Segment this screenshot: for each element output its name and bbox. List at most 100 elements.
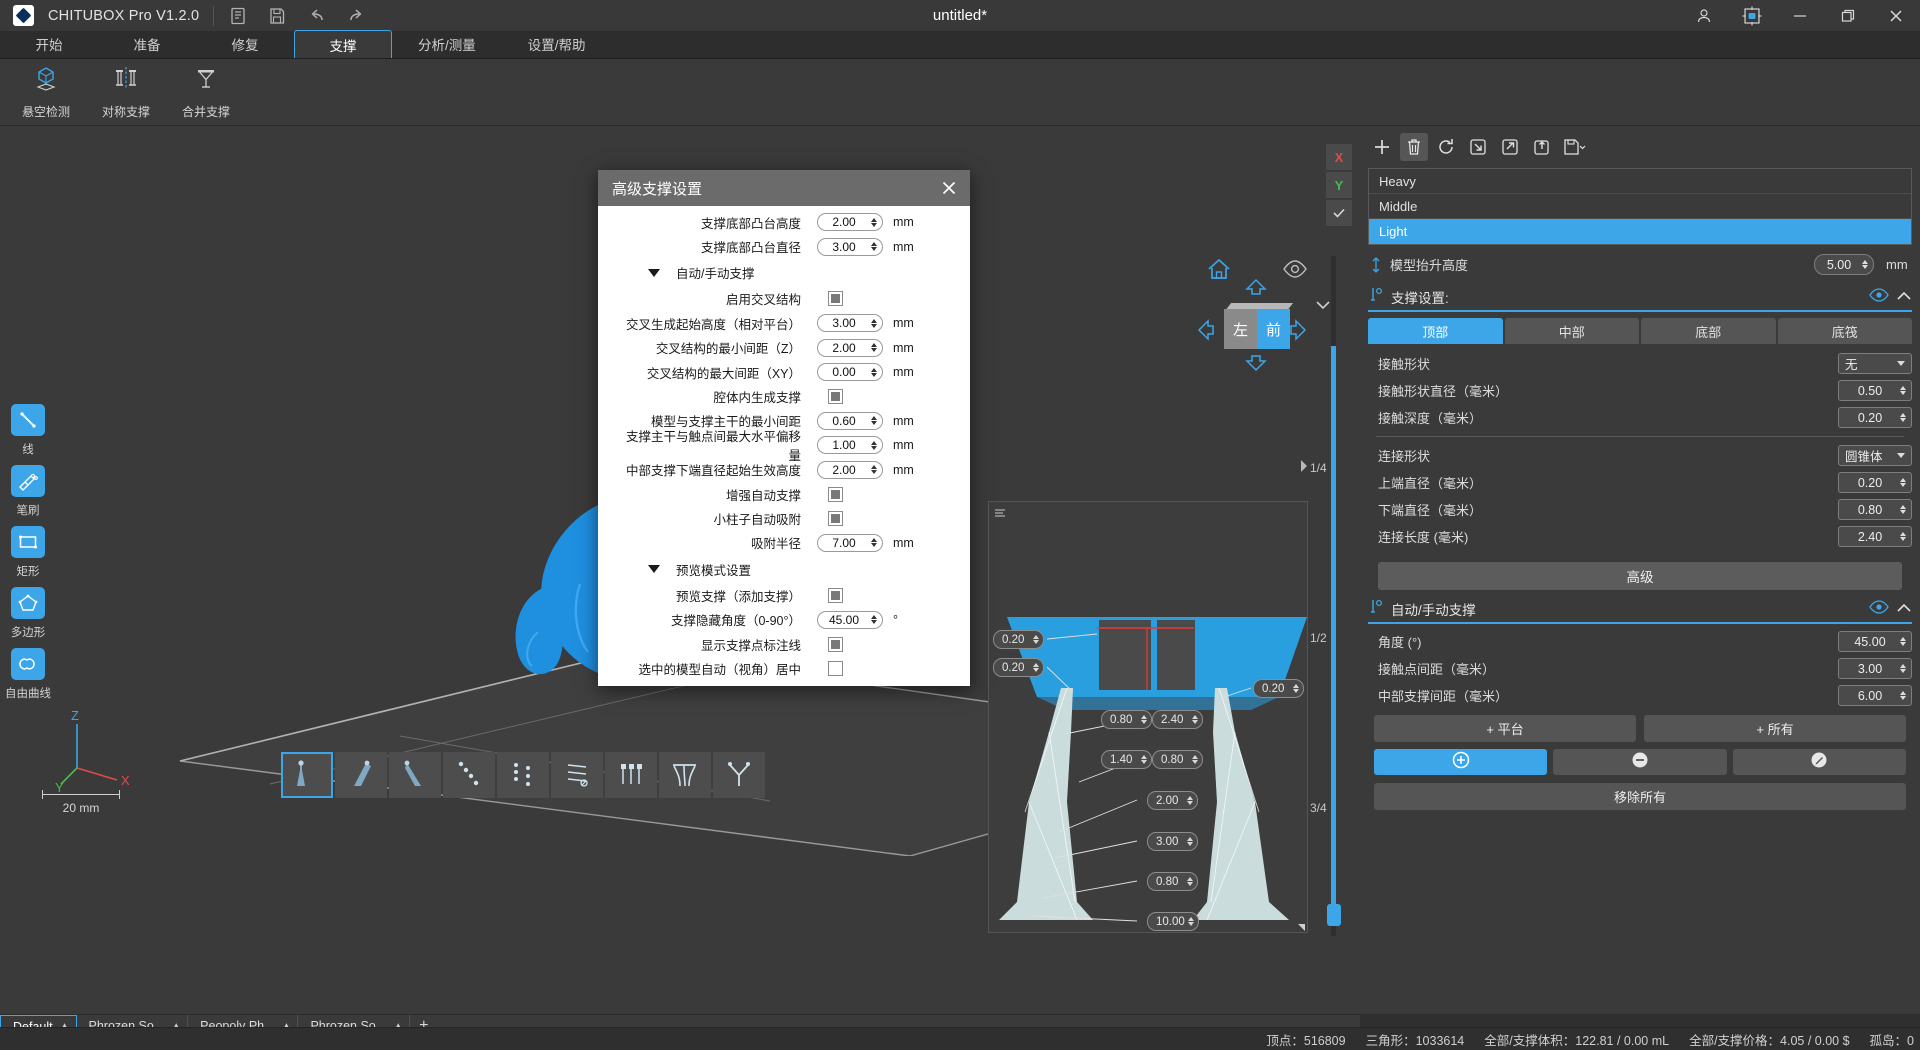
chevron-up-icon[interactable]	[1896, 290, 1912, 305]
cube-front-face[interactable]: 前	[1257, 309, 1290, 349]
preview-chip-3[interactable]: 0.80	[1101, 710, 1152, 729]
dlg-input-base-height[interactable]: 2.00	[817, 213, 883, 232]
tab-analysis[interactable]: 分析/测量	[392, 30, 502, 58]
preview-chip-1[interactable]: 0.20	[993, 658, 1044, 677]
dlg-input-cross-start-height[interactable]: 3.00	[817, 314, 883, 333]
preview-chip-10[interactable]: 10.00	[1147, 912, 1199, 931]
remove-all-button[interactable]: 移除所有	[1374, 783, 1906, 810]
edit-support-mode-button[interactable]	[1732, 749, 1906, 775]
share-icon[interactable]	[1528, 133, 1556, 161]
rotate-left-arrow-icon[interactable]	[1197, 317, 1215, 348]
lower-diameter-input[interactable]: 0.80	[1838, 499, 1912, 520]
axis-x-button[interactable]: X	[1326, 144, 1352, 170]
support-preview-panel[interactable]: 0.20 0.20 0.20 0.80 2.40 1.40 0.80 2.00 …	[988, 501, 1308, 933]
dlg-checkbox-cavity-support[interactable]	[828, 389, 843, 405]
dlg-checkbox-small-pillar-snap[interactable]	[828, 510, 843, 526]
profile-middle[interactable]: Middle	[1369, 194, 1911, 219]
shape-cell-2[interactable]	[335, 752, 387, 798]
connection-shape-select[interactable]: 圆锥体	[1838, 445, 1912, 466]
merge-support-button[interactable]: 合并支撑	[166, 61, 246, 123]
tab-support[interactable]: 支撑	[294, 30, 392, 58]
preview-chip-5[interactable]: 1.40	[1101, 750, 1152, 769]
dlg-checkbox-show-annotation[interactable]	[828, 636, 843, 652]
user-icon[interactable]	[1680, 0, 1728, 31]
add-platform-button[interactable]: + 平台	[1374, 715, 1636, 742]
undo-icon[interactable]	[306, 6, 326, 26]
tab-settings-help[interactable]: 设置/帮助	[502, 30, 612, 58]
shape-cell-4[interactable]	[443, 752, 495, 798]
profile-light[interactable]: Light	[1369, 219, 1911, 244]
dlg-input-base-diameter[interactable]: 3.00	[817, 237, 883, 256]
redo-icon[interactable]	[345, 6, 365, 26]
preview-chip-6[interactable]: 0.80	[1152, 750, 1203, 769]
shape-cell-1[interactable]	[281, 752, 333, 798]
panel-expand-icon[interactable]	[1298, 458, 1310, 479]
delete-icon[interactable]	[1400, 133, 1428, 161]
shape-cell-9[interactable]	[713, 752, 765, 798]
preview-chip-2[interactable]: 0.20	[1253, 679, 1304, 698]
tab-start[interactable]: 开始	[0, 30, 98, 58]
remove-support-mode-button[interactable]	[1553, 749, 1727, 775]
dlg-input-mid-diameter-height[interactable]: 2.00	[817, 460, 883, 479]
angle-input[interactable]: 45.00	[1838, 631, 1912, 652]
document-icon[interactable]	[228, 6, 248, 26]
contact-diameter-input[interactable]: 0.50	[1838, 380, 1912, 401]
dlg-group-preview-mode[interactable]: 预览模式设置	[598, 555, 970, 583]
dlg-input-model-trunk-gap[interactable]: 0.60	[817, 411, 883, 430]
contact-depth-input[interactable]: 0.20	[1838, 407, 1912, 428]
refresh-icon[interactable]	[1432, 133, 1460, 161]
dlg-checkbox-preview-support[interactable]	[828, 587, 843, 603]
lift-height-input[interactable]: 5.00	[1814, 254, 1874, 275]
slice-slider[interactable]: 1/4 1/2 3/4	[1310, 256, 1358, 936]
shape-cell-8[interactable]	[659, 752, 711, 798]
contact-shape-select[interactable]: 无	[1838, 353, 1912, 374]
dlg-checkbox-auto-center[interactable]	[828, 660, 843, 676]
export-icon[interactable]	[1496, 133, 1524, 161]
save-icon[interactable]	[267, 6, 287, 26]
shape-cell-5[interactable]	[497, 752, 549, 798]
orientation-cube[interactable]: 左 前	[1224, 301, 1294, 349]
rotate-right-arrow-icon[interactable]	[1289, 317, 1307, 348]
axis-confirm-button[interactable]	[1326, 200, 1352, 226]
dlg-checkbox-enhanced-auto[interactable]	[828, 486, 843, 502]
tool-freecurve[interactable]: 自由曲线	[0, 648, 56, 701]
dlg-input-hide-angle[interactable]: 45.00	[817, 610, 883, 629]
dlg-group-auto-manual[interactable]: 自动/手动支撑	[598, 259, 970, 287]
rotate-up-arrow-icon[interactable]	[1243, 278, 1269, 301]
dlg-input-cross-min-z[interactable]: 2.00	[817, 338, 883, 357]
tab-raft[interactable]: 底筏	[1777, 318, 1912, 344]
preview-chip-8[interactable]: 3.00	[1147, 832, 1198, 851]
tab-prepare[interactable]: 准备	[98, 30, 196, 58]
home-icon[interactable]	[1204, 256, 1234, 287]
preview-chip-7[interactable]: 2.00	[1147, 791, 1198, 810]
screenshot-icon[interactable]	[1728, 0, 1776, 31]
tab-top[interactable]: 顶部	[1368, 318, 1503, 344]
overhang-detect-button[interactable]: 悬空检测	[6, 61, 86, 123]
add-icon[interactable]	[1368, 133, 1396, 161]
tool-brush[interactable]: 笔刷	[0, 465, 56, 518]
rotate-down-arrow-icon[interactable]	[1243, 354, 1269, 377]
preview-chip-0[interactable]: 0.20	[993, 630, 1044, 649]
contact-spacing-input[interactable]: 3.00	[1838, 658, 1912, 679]
advanced-button[interactable]: 高级	[1378, 562, 1902, 590]
eye-icon[interactable]	[1869, 287, 1889, 307]
tab-repair[interactable]: 修复	[196, 30, 294, 58]
cube-left-face[interactable]: 左	[1224, 309, 1257, 349]
chevron-up-icon[interactable]	[1896, 602, 1912, 617]
preview-chip-9[interactable]: 0.80	[1147, 872, 1198, 891]
dlg-input-trunk-offset[interactable]: 1.00	[817, 436, 883, 455]
eye-icon[interactable]	[1869, 599, 1889, 619]
save-icon[interactable]	[1560, 133, 1588, 161]
tool-polygon[interactable]: 多边形	[0, 587, 56, 640]
tool-line[interactable]: 线	[0, 404, 56, 457]
shape-cell-3[interactable]	[389, 752, 441, 798]
tab-bottom[interactable]: 底部	[1641, 318, 1776, 344]
add-support-mode-button[interactable]	[1374, 749, 1548, 775]
slider-handle[interactable]	[1327, 904, 1341, 926]
middle-spacing-input[interactable]: 6.00	[1838, 685, 1912, 706]
close-icon[interactable]	[1872, 0, 1920, 31]
shape-cell-6[interactable]	[551, 752, 603, 798]
profile-heavy[interactable]: Heavy	[1369, 169, 1911, 194]
dlg-input-snap-radius[interactable]: 7.00	[817, 533, 883, 552]
import-icon[interactable]	[1464, 133, 1492, 161]
